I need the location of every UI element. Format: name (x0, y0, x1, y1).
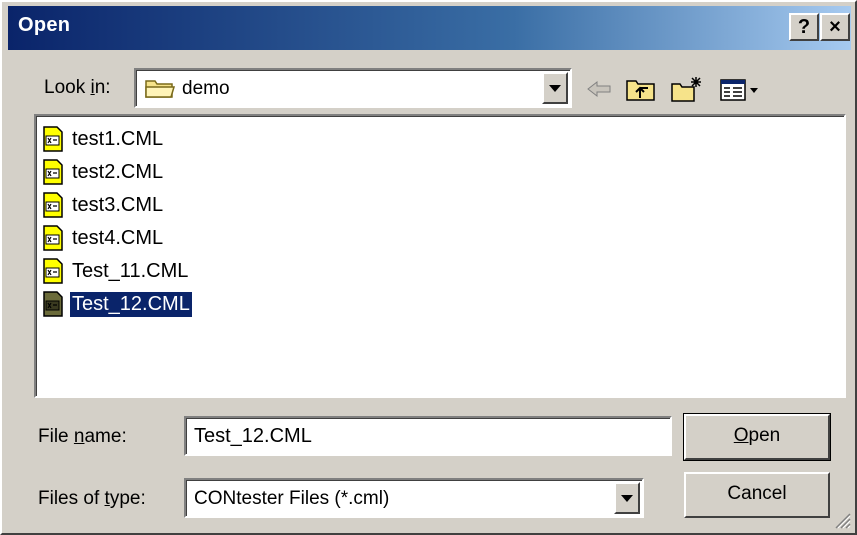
file-name: test1.CML (72, 127, 164, 150)
folder-icon (145, 80, 176, 98)
file-name: test2.CML (72, 160, 164, 183)
file-name: test4.CML (72, 226, 164, 249)
window-title: Open (18, 14, 71, 36)
up-folder-icon[interactable] (624, 74, 658, 104)
open-button[interactable]: Open (683, 413, 831, 461)
file-item[interactable]: Test_12.CML (42, 289, 193, 319)
close-button[interactable]: × (820, 13, 850, 41)
file-name-input[interactable] (184, 416, 672, 456)
cancel-button[interactable]: Cancel (684, 472, 830, 518)
file-name: test3.CML (72, 193, 164, 216)
files-of-type-value: CONtester Files (*.cml) (194, 488, 390, 509)
cml-file-icon (43, 291, 63, 317)
cml-file-icon (43, 192, 63, 218)
look-in-label: Look in: (44, 77, 111, 98)
file-name: Test_11.CML (72, 259, 189, 282)
cml-file-icon (43, 258, 63, 284)
file-item[interactable]: test1.CML (42, 124, 165, 154)
file-item[interactable]: test4.CML (42, 223, 165, 253)
cml-file-icon (43, 225, 63, 251)
look-in-dropdown-arrow[interactable] (542, 72, 568, 104)
file-item[interactable]: Test_11.CML (42, 256, 190, 286)
look-in-dropdown[interactable]: demo (134, 68, 572, 108)
cml-file-icon (43, 126, 63, 152)
open-dialog: Open ? × Look in: demo test1.CML test2.CM… (0, 0, 857, 535)
file-item[interactable]: test2.CML (42, 157, 165, 187)
resize-grip-icon[interactable] (833, 511, 851, 529)
file-name-label: File name: (38, 426, 127, 447)
view-menu-icon[interactable] (718, 74, 766, 104)
help-button[interactable]: ? (789, 13, 819, 41)
file-name: Test_12.CML (69, 290, 193, 318)
files-of-type-dropdown-arrow[interactable] (614, 482, 640, 514)
cml-file-icon (43, 159, 63, 185)
back-arrow-icon[interactable] (582, 74, 616, 104)
file-item[interactable]: test3.CML (42, 190, 165, 220)
files-of-type-label: Files of type: (38, 488, 146, 509)
file-list[interactable]: test1.CML test2.CML test3.CML test4.CML Test… (34, 114, 846, 398)
title-bar[interactable]: Open ? × (8, 6, 851, 50)
files-of-type-dropdown[interactable]: CONtester Files (*.cml) (184, 478, 644, 518)
look-in-value: demo (182, 78, 230, 99)
new-folder-icon[interactable] (670, 74, 704, 104)
